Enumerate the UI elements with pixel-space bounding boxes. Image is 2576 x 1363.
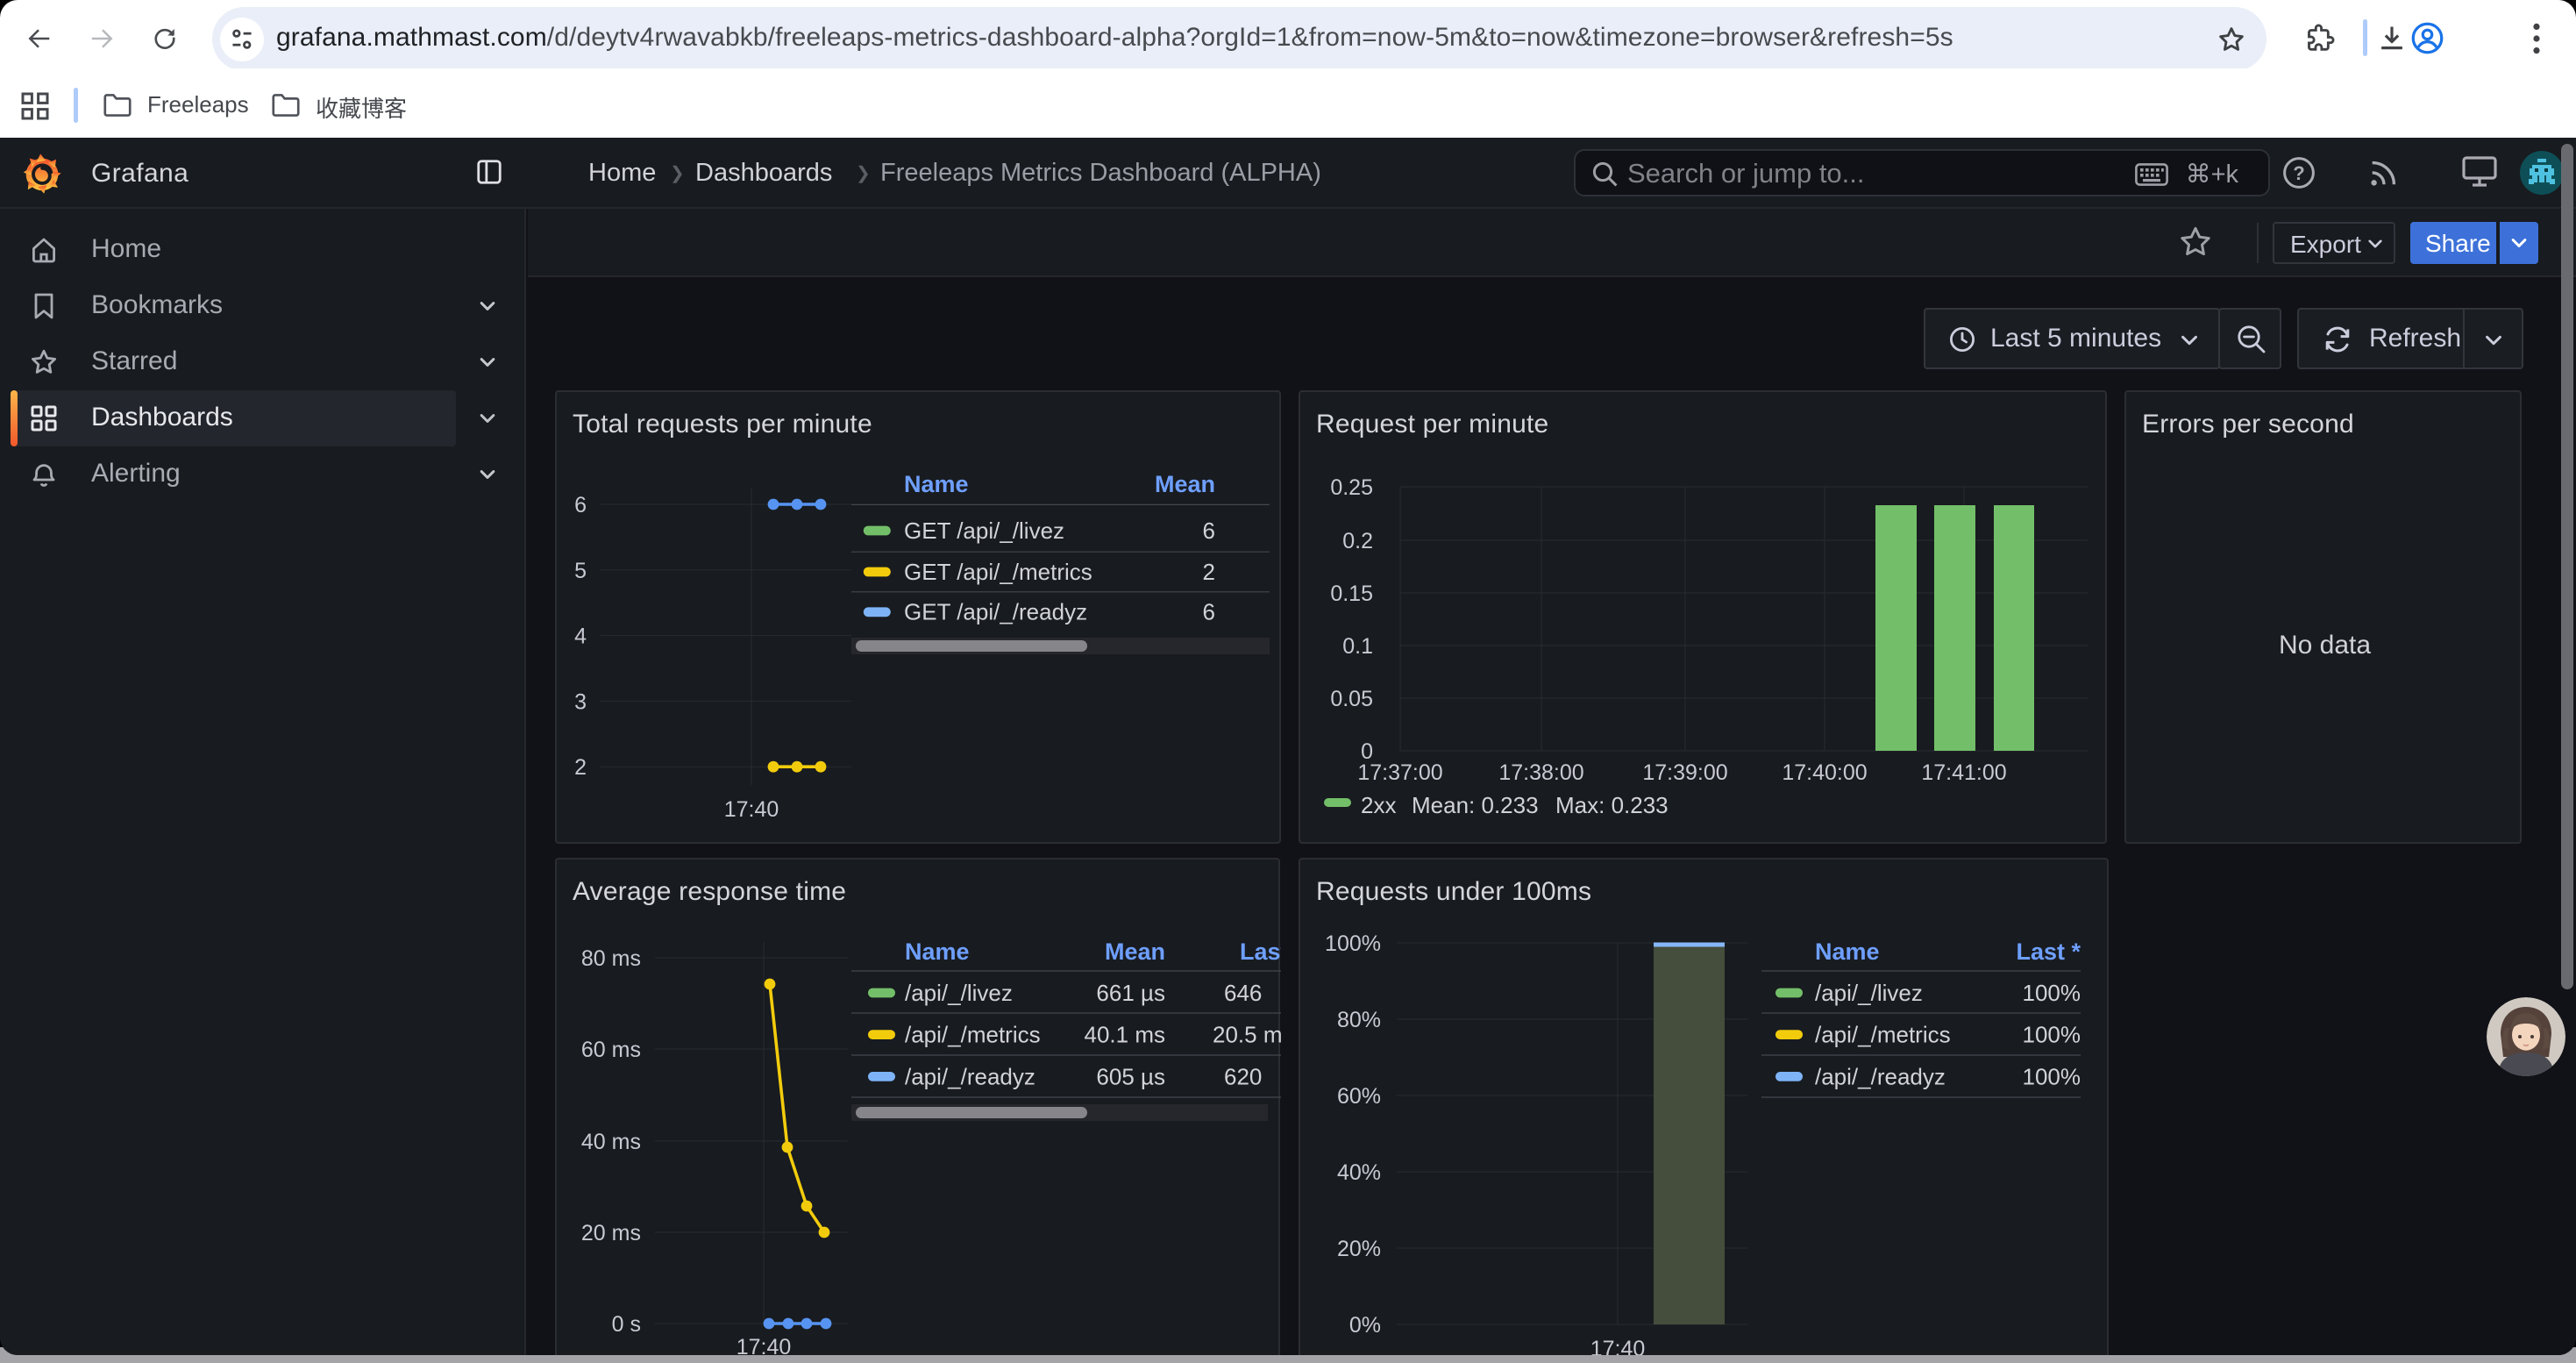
svg-text:5: 5	[574, 559, 587, 583]
svg-text:60%: 60%	[1337, 1084, 1381, 1109]
svg-text:Name: Name	[904, 471, 969, 497]
svg-text:Max: 0.233: Max: 0.233	[1555, 792, 1669, 818]
svg-text:17:40:00: 17:40:00	[1782, 760, 1867, 785]
svg-text:40%: 40%	[1337, 1160, 1381, 1185]
svg-text:/api/_/metrics: /api/_/metrics	[1815, 1022, 1951, 1048]
svg-text:2: 2	[1203, 559, 1215, 585]
svg-text:100%: 100%	[2023, 1063, 2081, 1089]
svg-text:/api/_/metrics: /api/_/metrics	[905, 1022, 1041, 1048]
svg-text:100%: 100%	[2023, 980, 2081, 1006]
svg-text:80%: 80%	[1337, 1008, 1381, 1032]
svg-text:Mean: 0.233: Mean: 0.233	[1412, 792, 1539, 818]
svg-text:17:39:00: 17:39:00	[1642, 760, 1727, 785]
svg-text:0.05: 0.05	[1330, 687, 1373, 711]
svg-text:20%: 20%	[1337, 1237, 1381, 1261]
svg-text:605 µs: 605 µs	[1096, 1063, 1165, 1089]
svg-text:Last *: Last *	[1240, 938, 1281, 965]
svg-text:17:38:00: 17:38:00	[1498, 760, 1583, 785]
svg-text:620: 620	[1224, 1063, 1262, 1089]
svg-text:0.25: 0.25	[1330, 475, 1373, 500]
svg-text:0.1: 0.1	[1342, 634, 1373, 659]
svg-text:6: 6	[1203, 599, 1215, 625]
svg-text:661 µs: 661 µs	[1096, 980, 1165, 1006]
svg-text:6: 6	[1203, 517, 1215, 544]
svg-text:2: 2	[574, 755, 587, 780]
svg-text:4: 4	[574, 624, 587, 649]
svg-text:/api/_/livez: /api/_/livez	[905, 980, 1013, 1006]
svg-text:17:40: 17:40	[737, 1335, 792, 1355]
svg-text:80 ms: 80 ms	[581, 946, 641, 971]
svg-text:Mean: Mean	[1155, 471, 1215, 497]
svg-text:100%: 100%	[1325, 931, 1381, 956]
svg-text:40.1 ms: 40.1 ms	[1085, 1022, 1166, 1048]
svg-text:17:40: 17:40	[1590, 1337, 1646, 1355]
svg-text:?: ?	[2293, 162, 2304, 184]
svg-text:/api/_/readyz: /api/_/readyz	[1815, 1063, 1946, 1089]
svg-text:646: 646	[1224, 980, 1262, 1006]
svg-text:GET /api/_/readyz: GET /api/_/readyz	[904, 599, 1087, 625]
svg-text:0 s: 0 s	[612, 1312, 641, 1337]
svg-text:/api/_/livez: /api/_/livez	[1815, 980, 1923, 1006]
svg-text:2xx: 2xx	[1361, 792, 1396, 818]
svg-text:20 ms: 20 ms	[581, 1221, 641, 1245]
svg-text:0.2: 0.2	[1342, 529, 1373, 553]
svg-text:Name: Name	[1815, 938, 1880, 965]
svg-text:Mean: Mean	[1105, 938, 1165, 965]
svg-text:0.15: 0.15	[1330, 582, 1373, 606]
svg-text:6: 6	[574, 493, 587, 517]
svg-text:17:40: 17:40	[724, 797, 779, 822]
svg-text:0%: 0%	[1349, 1313, 1381, 1338]
svg-text:/api/_/readyz: /api/_/readyz	[905, 1063, 1035, 1089]
svg-text:17:37:00: 17:37:00	[1357, 760, 1442, 785]
svg-text:40 ms: 40 ms	[581, 1130, 641, 1154]
svg-text:3: 3	[574, 689, 587, 714]
svg-text:Last *: Last *	[2016, 938, 2081, 965]
svg-text:17:41:00: 17:41:00	[1921, 760, 2006, 785]
svg-text:GET /api/_/livez: GET /api/_/livez	[904, 517, 1064, 544]
svg-text:100%: 100%	[2023, 1022, 2081, 1048]
svg-text:Name: Name	[905, 938, 970, 965]
svg-text:GET /api/_/metrics: GET /api/_/metrics	[904, 559, 1092, 585]
svg-text:20.5 ms: 20.5 ms	[1213, 1022, 1281, 1048]
svg-text:60 ms: 60 ms	[581, 1038, 641, 1062]
